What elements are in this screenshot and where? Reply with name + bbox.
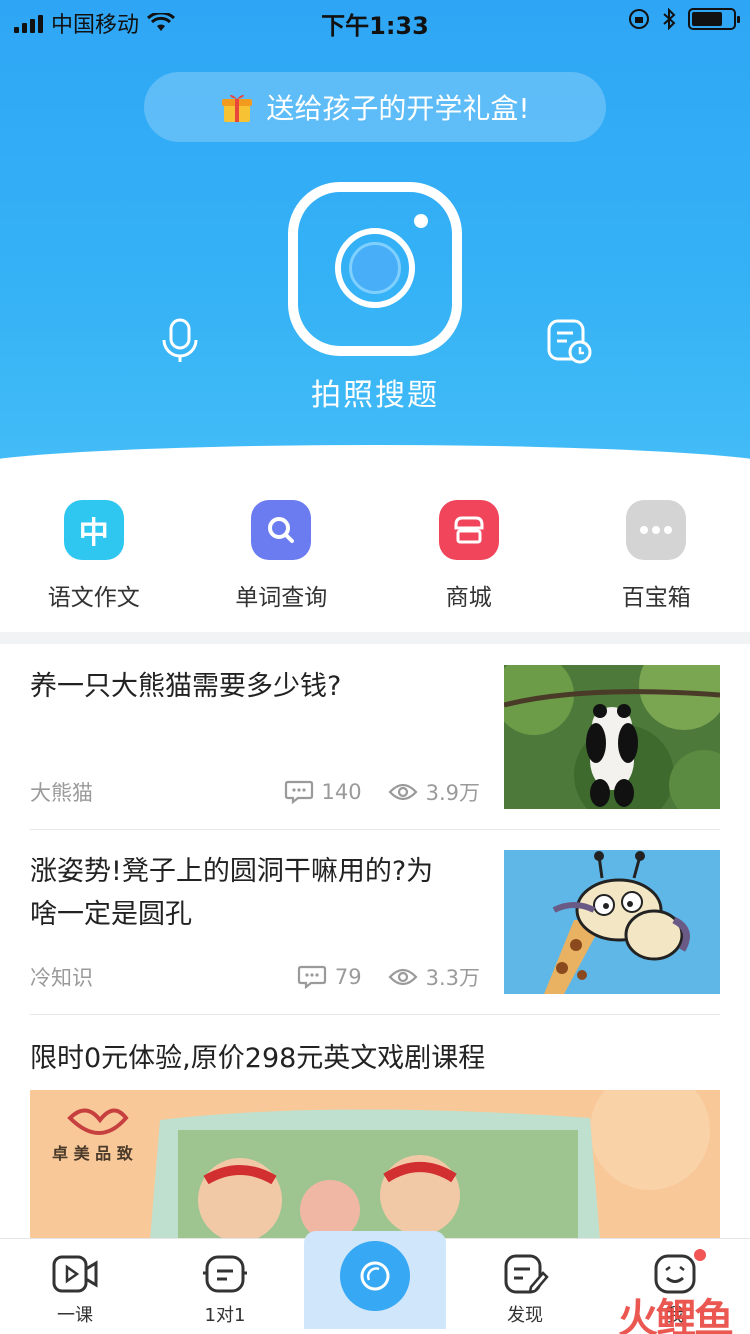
photo-search-button[interactable] [288, 182, 462, 356]
tutor-icon [203, 1255, 247, 1293]
promo-banner-text: 送给孩子的开学礼盒! [266, 92, 530, 125]
wave-divider [0, 445, 750, 470]
feed-item-title: 涨姿势!凳子上的圆洞干嘛用的?为啥一定是圆孔 [30, 856, 434, 930]
promo-title[interactable]: 限时0元体验,原价298元英文戏剧课程 [30, 1036, 485, 1075]
tool-word-lookup[interactable]: 单词查询 [188, 500, 376, 630]
bluetooth-icon [663, 8, 676, 30]
watermark: 火鲤鱼 [618, 1296, 734, 1334]
feed-item-meta: 冷知识 79 3.3万 [30, 962, 480, 992]
tab-class[interactable]: 一课 [0, 1239, 150, 1334]
tool-label: 语文作文 [47, 585, 140, 611]
comment-count: 140 [321, 780, 362, 804]
promo-logo-text: 卓 美 品 致 [52, 1144, 133, 1163]
notification-badge [694, 1249, 706, 1261]
eye-icon [388, 783, 418, 801]
tab-discover[interactable]: 发现 [450, 1239, 600, 1334]
discover-icon [504, 1254, 549, 1294]
tool-label: 百宝箱 [621, 585, 691, 611]
tool-label: 商城 [445, 585, 492, 611]
feed-item[interactable]: 涨姿势!凳子上的圆洞干嘛用的?为啥一定是圆孔 冷知识 79 3.3万 [30, 850, 720, 995]
tool-chinese-essay[interactable]: 中 语文作文 [0, 500, 188, 630]
tab-label: 1对1 [204, 1305, 246, 1326]
feed-item-tag: 大熊猫 [30, 781, 93, 805]
comment-icon [297, 965, 326, 989]
tab-tutor[interactable]: 1对1 [150, 1239, 300, 1334]
tab-label: 一课 [57, 1305, 93, 1326]
photo-search-label: 拍照搜题 [311, 378, 439, 413]
quick-tools: 中 语文作文 单词查询 商城 百宝箱 [0, 500, 750, 630]
tool-shop[interactable]: 商城 [375, 500, 563, 630]
comment-icon [284, 780, 313, 804]
feed-item-tag: 冷知识 [30, 966, 93, 990]
battery-icon [688, 8, 740, 30]
feed-divider [30, 829, 720, 830]
search-icon [251, 500, 312, 560]
section-separator [0, 632, 750, 644]
promo-image[interactable]: 卓 美 品 致 [30, 1090, 720, 1240]
giraffe-thumbnail [504, 850, 720, 994]
feed-item-title: 养一只大熊猫需要多少钱? [30, 671, 342, 702]
gift-icon [222, 94, 253, 122]
shop-icon [438, 500, 499, 560]
video-icon [52, 1255, 98, 1293]
chinese-icon: 中 [63, 500, 124, 560]
more-icon [626, 500, 687, 560]
promo-banner[interactable]: 送给孩子的开学礼盒! [144, 72, 606, 142]
view-count: 3.9万 [425, 781, 480, 805]
eye-icon [388, 968, 418, 986]
microphone-icon[interactable] [160, 318, 200, 364]
orientation-lock-icon [629, 9, 649, 29]
feed-divider [30, 1014, 720, 1015]
panda-thumbnail [504, 665, 720, 809]
comment-count: 79 [334, 965, 362, 989]
tool-label: 单词查询 [235, 585, 328, 611]
feed-item-meta: 大熊猫 140 3.9万 [30, 777, 480, 807]
tab-label: 发现 [507, 1305, 543, 1326]
tab-camera[interactable] [300, 1231, 450, 1334]
view-count: 3.3万 [425, 966, 480, 990]
camera-icon [340, 1241, 410, 1311]
history-icon[interactable] [546, 318, 594, 366]
camera-icon [335, 228, 415, 308]
status-bar: 中国移动 下午1:33 [0, 0, 750, 40]
feed-item[interactable]: 养一只大熊猫需要多少钱? 大熊猫 140 3.9万 [30, 665, 720, 810]
hero-header: 中国移动 下午1:33 送给孩子的开学礼盒! 拍照搜题 [0, 0, 750, 470]
tool-toolbox[interactable]: 百宝箱 [563, 500, 750, 630]
